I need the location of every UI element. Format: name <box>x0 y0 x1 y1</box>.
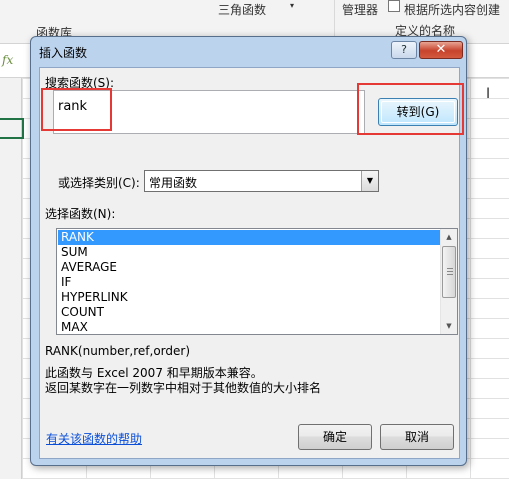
function-list-scrollbar[interactable]: ▲ ▼ <box>440 229 457 334</box>
ok-button[interactable]: 确定 <box>298 424 372 450</box>
grip-line <box>447 274 453 275</box>
list-item[interactable]: SUM <box>58 245 440 260</box>
function-list[interactable]: RANK SUM AVERAGE IF HYPERLINK COUNT MAX … <box>56 228 458 335</box>
function-description: 返回某数字在一列数字中相对于其他数值的大小排名 <box>45 381 322 395</box>
grip-line <box>447 268 453 269</box>
ribbon-separator <box>334 0 335 40</box>
highlight-box-goto <box>357 83 464 135</box>
text-cursor-icon: I <box>486 86 491 102</box>
cancel-button[interactable]: 取消 <box>380 424 454 450</box>
trig-functions-button[interactable]: 三角函数 <box>218 1 266 18</box>
create-from-selection-icon <box>388 0 400 12</box>
close-icon[interactable]: ✕ <box>419 41 463 59</box>
scroll-up-icon[interactable]: ▲ <box>441 229 457 245</box>
help-icon[interactable]: ? <box>391 41 417 59</box>
function-list-label: 选择函数(N): <box>45 207 116 221</box>
category-select[interactable]: 常用函数 ▼ <box>144 170 379 192</box>
list-item[interactable]: COUNT <box>58 305 440 320</box>
list-item[interactable]: HYPERLINK <box>58 290 440 305</box>
list-item[interactable]: RANK <box>58 230 440 245</box>
fx-icon[interactable]: fx <box>2 53 13 67</box>
grip-line <box>447 271 453 272</box>
dialog-titlebar[interactable]: 插入函数 ? ✕ <box>31 37 466 65</box>
create-from-selection-button[interactable]: 根据所选内容创建 <box>404 1 500 18</box>
list-item[interactable]: IF <box>58 275 440 290</box>
list-item[interactable]: MAX <box>58 320 440 334</box>
name-manager-button[interactable]: 管理器 <box>342 1 378 18</box>
scrollbar-thumb[interactable] <box>442 246 456 298</box>
function-syntax: RANK(number,ref,order) <box>45 344 191 358</box>
highlight-box-search <box>41 88 112 131</box>
category-label: 或选择类别(C): <box>58 176 140 190</box>
category-value: 常用函数 <box>149 176 198 190</box>
scroll-down-icon[interactable]: ▼ <box>441 318 457 334</box>
selected-cell[interactable] <box>0 118 24 139</box>
dropdown-arrow-icon[interactable]: ▾ <box>290 1 294 10</box>
chevron-down-icon[interactable]: ▼ <box>361 171 378 191</box>
list-item[interactable]: AVERAGE <box>58 260 440 275</box>
function-help-link[interactable]: 有关该函数的帮助 <box>46 430 142 447</box>
dialog-title: 插入函数 <box>39 46 88 60</box>
